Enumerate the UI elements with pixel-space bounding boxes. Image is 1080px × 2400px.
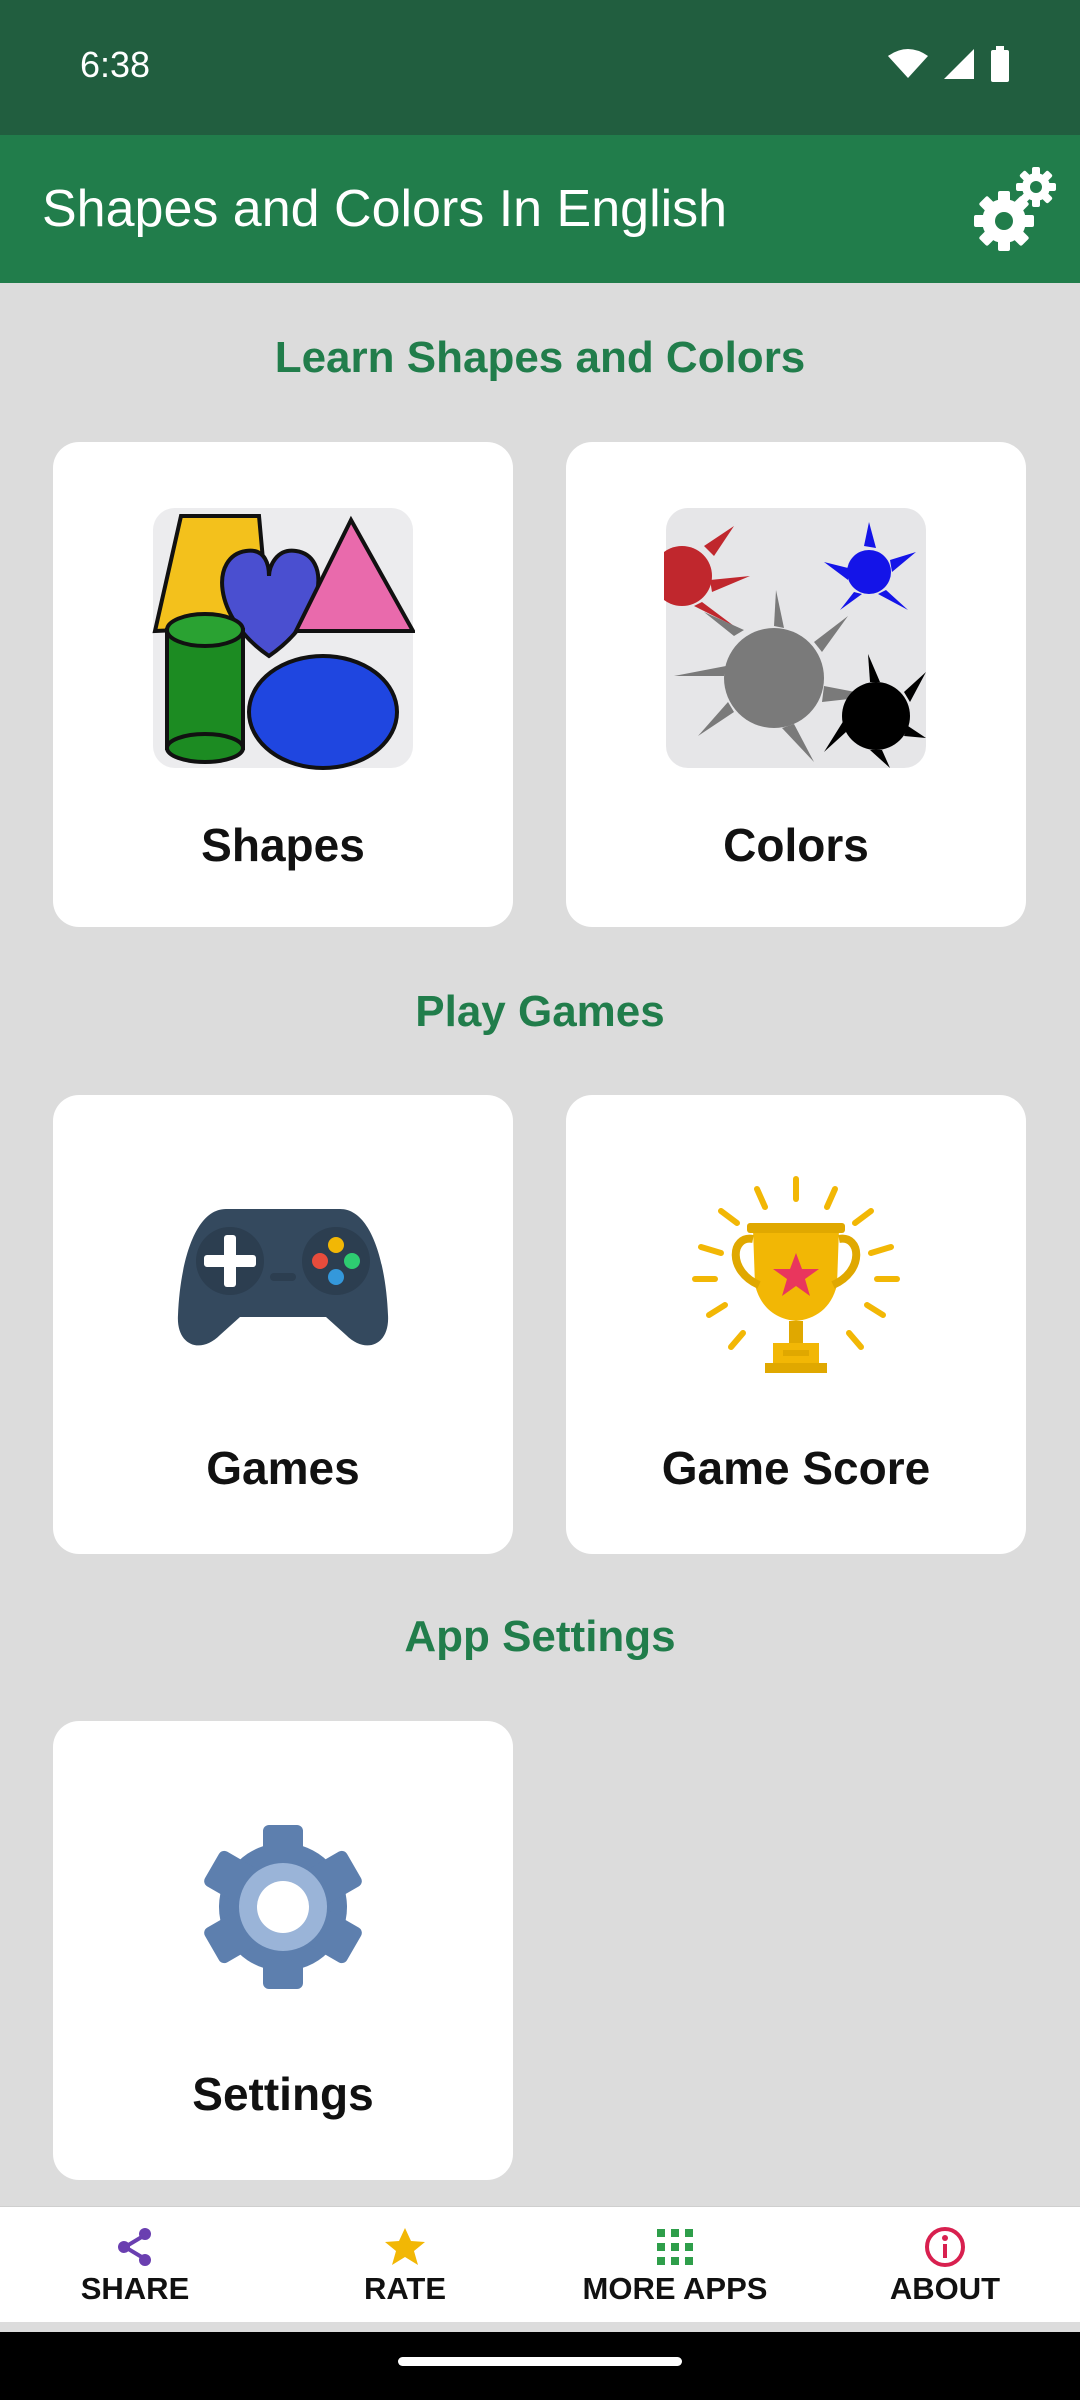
colors-image [664, 508, 926, 768]
gesture-handle[interactable] [398, 2357, 682, 2366]
shapes-card[interactable]: Shapes [53, 442, 513, 927]
info-icon [925, 2227, 965, 2267]
section-title-learn: Learn Shapes and Colors [274, 333, 806, 382]
card-label-game-score: Game Score [661, 1442, 931, 1494]
wifi-icon [888, 49, 928, 78]
share-icon [118, 2228, 151, 2266]
section-title-settings: App Settings [404, 1612, 676, 1661]
trophy-icon [692, 1176, 900, 1373]
card-label-colors: Colors [723, 819, 869, 871]
nav-label-about: ABOUT [889, 2271, 1001, 2306]
gear-icon [204, 1825, 362, 1989]
status-time: 6:38 [80, 44, 151, 85]
nav-rate[interactable]: RATE [270, 2207, 540, 2322]
battery-icon [991, 46, 1009, 82]
card-label-games: Games [206, 1442, 360, 1494]
gamepad-icon [177, 1209, 389, 1346]
app-title: Shapes and Colors In English [42, 180, 728, 238]
gears-icon[interactable] [968, 163, 1062, 257]
bottom-nav: SHARE RATE MORE APPS ABOUT [0, 2206, 1080, 2322]
nav-more-apps[interactable]: MORE APPS [540, 2207, 810, 2322]
status-bar: 6:38 [0, 0, 1080, 135]
app-bar: Shapes and Colors In English [0, 135, 1080, 283]
signal-icon [944, 49, 974, 79]
star-icon [385, 2228, 425, 2265]
section-title-play: Play Games [415, 987, 665, 1036]
nav-label-rate: RATE [363, 2271, 447, 2306]
card-label-shapes: Shapes [201, 819, 365, 871]
system-navigation-bar [0, 2332, 1080, 2400]
nav-label-more-apps: MORE APPS [582, 2271, 768, 2306]
settings-card[interactable]: Settings [53, 1721, 513, 2180]
status-icons [888, 46, 1010, 82]
shapes-image [152, 508, 415, 770]
card-label-settings: Settings [192, 2068, 374, 2120]
game-score-card[interactable]: Game Score [566, 1095, 1026, 1554]
grid-icon [657, 2229, 693, 2265]
games-card[interactable]: Games [53, 1095, 513, 1554]
nav-label-share: SHARE [80, 2271, 190, 2306]
colors-card[interactable]: Colors [566, 442, 1026, 927]
nav-about[interactable]: ABOUT [810, 2207, 1080, 2322]
nav-share[interactable]: SHARE [0, 2207, 270, 2322]
